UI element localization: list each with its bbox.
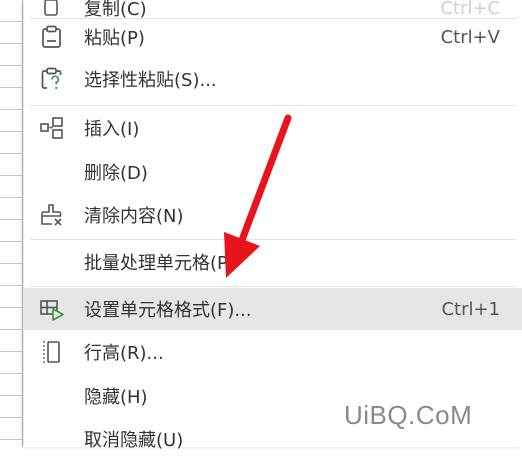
menu-divider — [30, 286, 516, 287]
insert-icon — [38, 114, 66, 142]
menu-item-label: 插入(I) — [84, 119, 140, 140]
menu-item-shortcut: Ctrl+1 — [441, 298, 500, 320]
menu-item-paste-special[interactable]: 选择性粘贴(S)... — [24, 58, 522, 100]
menu-item-label: 选择性粘贴(S)... — [84, 70, 217, 91]
eraser-icon — [38, 201, 66, 229]
paste-icon — [38, 23, 66, 51]
menu-item-label: 删除(D) — [84, 163, 148, 184]
menu-item-label: 粘贴(P) — [84, 28, 145, 49]
row-height-icon — [38, 338, 66, 366]
menu-item-label: 清除内容(N) — [84, 206, 184, 227]
menu-divider — [30, 105, 516, 106]
menu-item-shortcut: Ctrl+V — [440, 26, 500, 48]
watermark: UiBQ.CoM — [344, 400, 473, 430]
menu-item-delete[interactable]: 删除(D) — [24, 151, 522, 193]
menu-item-label: 隐藏(H) — [84, 387, 148, 408]
context-menu: 复制(C) Ctrl+C 粘贴(P) Ctrl+V 选择性粘贴(S)... 插入… — [24, 0, 522, 451]
menu-item-row-height[interactable]: 行高(R)... — [24, 331, 522, 373]
menu-item-clear-contents[interactable]: 清除内容(N) — [24, 194, 522, 236]
menu-item-label: 设置单元格格式(F)... — [84, 300, 252, 321]
menu-item-label: 取消隐藏(U) — [84, 430, 184, 451]
menu-item-batch-process-cells[interactable]: 批量处理单元格(P) — [24, 241, 522, 283]
menu-item-label: 批量处理单元格(P) — [84, 253, 235, 274]
menu-item-label: 行高(R)... — [84, 343, 164, 364]
spreadsheet-grid-edge — [0, 0, 23, 447]
paste-special-icon — [38, 65, 66, 93]
menu-item-format-cells[interactable]: 设置单元格格式(F)... Ctrl+1 — [24, 288, 522, 330]
menu-divider — [30, 239, 516, 240]
menu-item-insert[interactable]: 插入(I) — [24, 107, 522, 149]
format-cells-icon — [38, 295, 66, 323]
menu-item-paste[interactable]: 粘贴(P) Ctrl+V — [24, 16, 522, 58]
